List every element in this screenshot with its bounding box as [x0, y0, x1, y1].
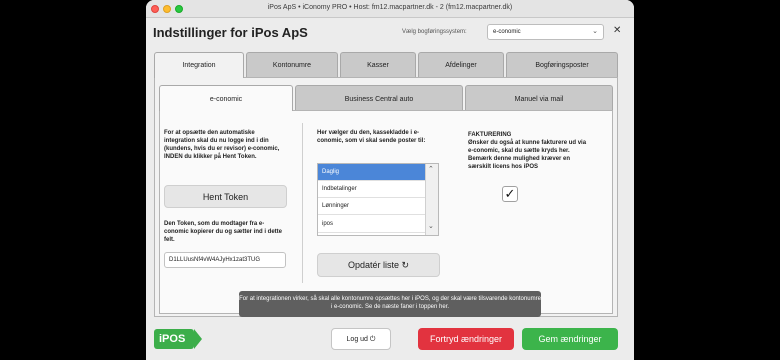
- token-help-text: Den Token, som du modtager fra e-conomic…: [164, 221, 283, 243]
- get-token-button[interactable]: Hent Token: [164, 185, 287, 208]
- journal-intro-text: Her vælger du den, kassekladde i e-conom…: [317, 130, 426, 144]
- ipos-logo: iPOS: [154, 329, 202, 349]
- list-item[interactable]: Lønninger: [318, 198, 426, 215]
- token-intro-text: For at opsætte den automatiske integrati…: [164, 130, 280, 160]
- tab-economic[interactable]: e-conomic: [159, 85, 293, 111]
- checkmark-icon: ✓: [504, 186, 516, 201]
- invoicing-checkbox[interactable]: ✓: [502, 186, 518, 202]
- tab-afdelinger[interactable]: Afdelinger: [418, 52, 504, 77]
- list-item[interactable]: Daglig: [318, 164, 426, 181]
- tab-integration[interactable]: Integration: [154, 52, 244, 78]
- economic-panel: For at opsætte den automatiske integrati…: [159, 110, 613, 314]
- refresh-icon: ↻: [401, 260, 410, 270]
- title-bar: iPos ApS • iConomy PRO • Host: fm12.macp…: [146, 0, 634, 18]
- page-title: Indstillinger for iPos ApS: [153, 25, 308, 40]
- scroll-up-icon[interactable]: ⌃: [428, 165, 434, 173]
- list-item[interactable]: Indbetalinger: [318, 181, 426, 198]
- logout-button[interactable]: Log ud ⏻: [331, 328, 391, 350]
- tab-bogforingsposter[interactable]: Bogføringsposter: [506, 52, 618, 77]
- system-label: Vælg bogføringssystem:: [402, 29, 467, 35]
- list-scrollbar[interactable]: ⌃ ⌄: [425, 164, 438, 235]
- main-tabs: Integration Kontonumre Kasser Afdelinger…: [154, 52, 618, 78]
- journal-list[interactable]: Daglig Indbetalinger Lønninger ipos ⌃ ⌄: [317, 163, 439, 236]
- save-changes-button[interactable]: Gem ændringer: [522, 328, 618, 350]
- refresh-list-button[interactable]: Opdatér liste ↻: [317, 253, 440, 277]
- invoicing-heading: FAKTURERING: [468, 132, 512, 138]
- tab-manuel-via-mail[interactable]: Manuel via mail: [465, 85, 613, 110]
- integration-sub-tabs: e-conomic Business Central auto Manuel v…: [159, 85, 613, 111]
- logout-label: Log ud: [346, 336, 368, 343]
- list-item[interactable]: ipos: [318, 216, 426, 233]
- power-icon: ⏻: [369, 336, 376, 343]
- settings-window: iPos ApS • iConomy PRO • Host: fm12.macp…: [146, 0, 634, 360]
- invoicing-text: Ønsker du også at kunne fakturere ud via…: [468, 140, 587, 170]
- tab-business-central-auto[interactable]: Business Central auto: [295, 85, 463, 110]
- close-icon[interactable]: ✕: [613, 25, 621, 36]
- tooltip: For at integrationen virker, så skal all…: [239, 291, 541, 317]
- system-select-value: e-conomic: [493, 29, 521, 35]
- window-title: iPos ApS • iConomy PRO • Host: fm12.macp…: [267, 4, 513, 11]
- tab-kontonumre[interactable]: Kontonumre: [246, 52, 338, 77]
- tab-kasser[interactable]: Kasser: [340, 52, 416, 77]
- integration-panel: e-conomic Business Central auto Manuel v…: [154, 77, 618, 317]
- system-select[interactable]: e-conomic ⌄: [487, 24, 604, 40]
- column-divider: [302, 123, 303, 283]
- chevron-updown-icon: ⌄: [592, 28, 598, 35]
- cancel-changes-button[interactable]: Fortryd ændringer: [418, 328, 514, 350]
- scroll-down-icon[interactable]: ⌄: [428, 222, 434, 230]
- refresh-list-label: Opdatér liste: [347, 260, 399, 270]
- token-input[interactable]: D1LLUusNf4vW4AJyHx1zat3TUG: [164, 252, 286, 268]
